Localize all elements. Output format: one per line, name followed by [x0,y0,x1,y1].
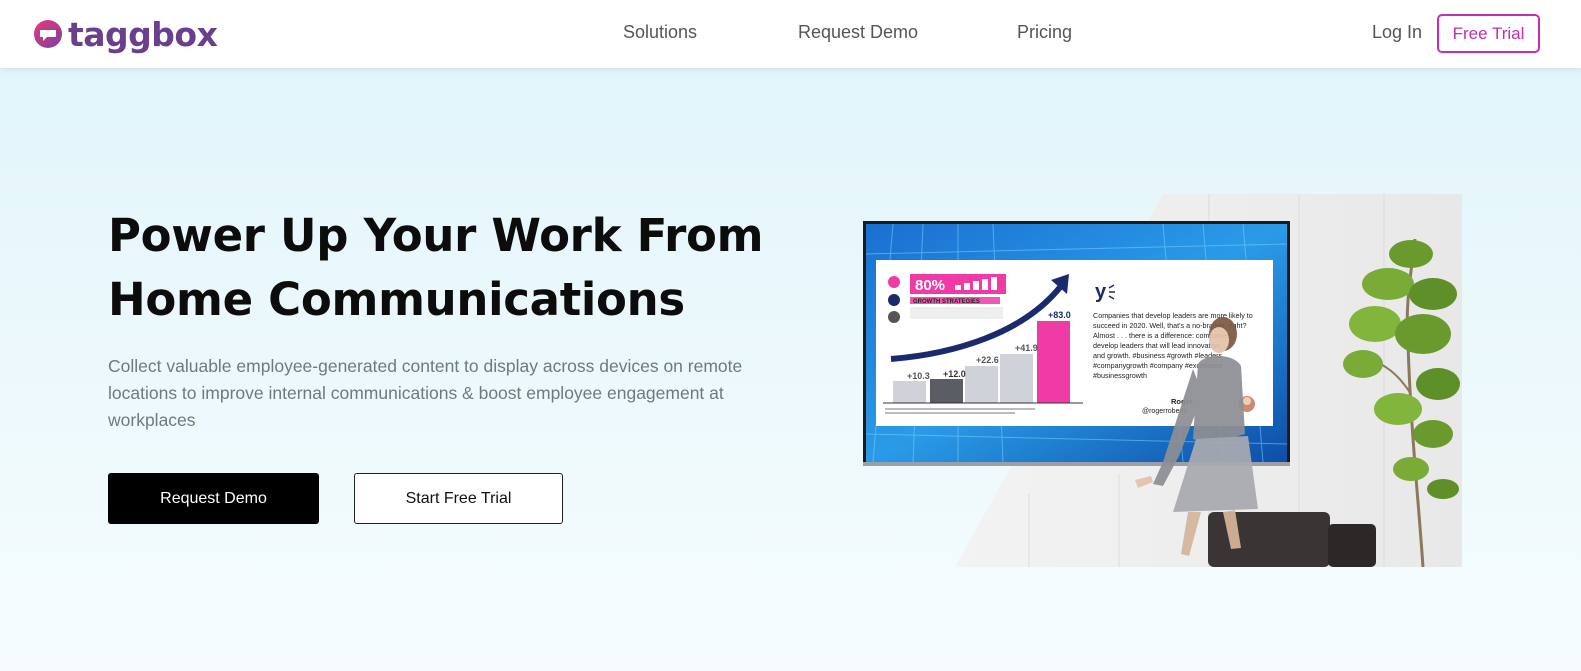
taggbox-logo-icon [34,20,62,48]
screen-big-percent: 80% [915,277,945,294]
screen-post-line-4: develop leaders that will lead innovatio… [1093,341,1220,350]
start-free-trial-button[interactable]: Start Free Trial [354,473,563,524]
logo-text: taggbox [68,14,218,54]
login-link[interactable]: Log In [1372,22,1422,43]
screen-bar-label-5: +83.0 [1048,310,1071,320]
request-demo-button[interactable]: Request Demo [108,473,319,524]
screen-bar-label-3: +22.6 [976,355,999,365]
office-scene-image: 80% GROWTH STRATEGIES +10.3 +12.0 +22.6 … [863,194,1462,567]
nav-pricing[interactable]: Pricing [1017,22,1072,43]
nav-request-demo[interactable]: Request Demo [798,22,918,43]
screen-post-line-7: #businessgrowth [1093,371,1147,380]
hero-description: Collect valuable employee-generated cont… [108,356,743,430]
nav-solutions[interactable]: Solutions [623,22,697,43]
screen-brand-icon: y [1095,281,1107,303]
screen-post-line-5: and growth. #business #growth #leaders [1093,351,1222,360]
screen-tag-label: GROWTH STRATEGIES [913,299,980,305]
hero-title: Power Up Your Work From Home Communicati… [108,204,808,332]
free-trial-button[interactable]: Free Trial [1437,14,1540,53]
screen-bar-label-4: +41.9 [1015,343,1038,353]
hero-title-line2: Home Communications [108,273,685,326]
hero-illustration: 80% GROWTH STRATEGIES +10.3 +12.0 +22.6 … [863,194,1462,567]
screen-bar-label-1: +10.3 [907,371,930,381]
top-navbar: taggbox Solutions Request Demo Pricing L… [0,0,1581,68]
screen-bar-label-2: +12.0 [943,369,966,379]
taggbox-logo[interactable]: taggbox [32,14,218,54]
hero-title-line1: Power Up Your Work From [108,209,764,262]
